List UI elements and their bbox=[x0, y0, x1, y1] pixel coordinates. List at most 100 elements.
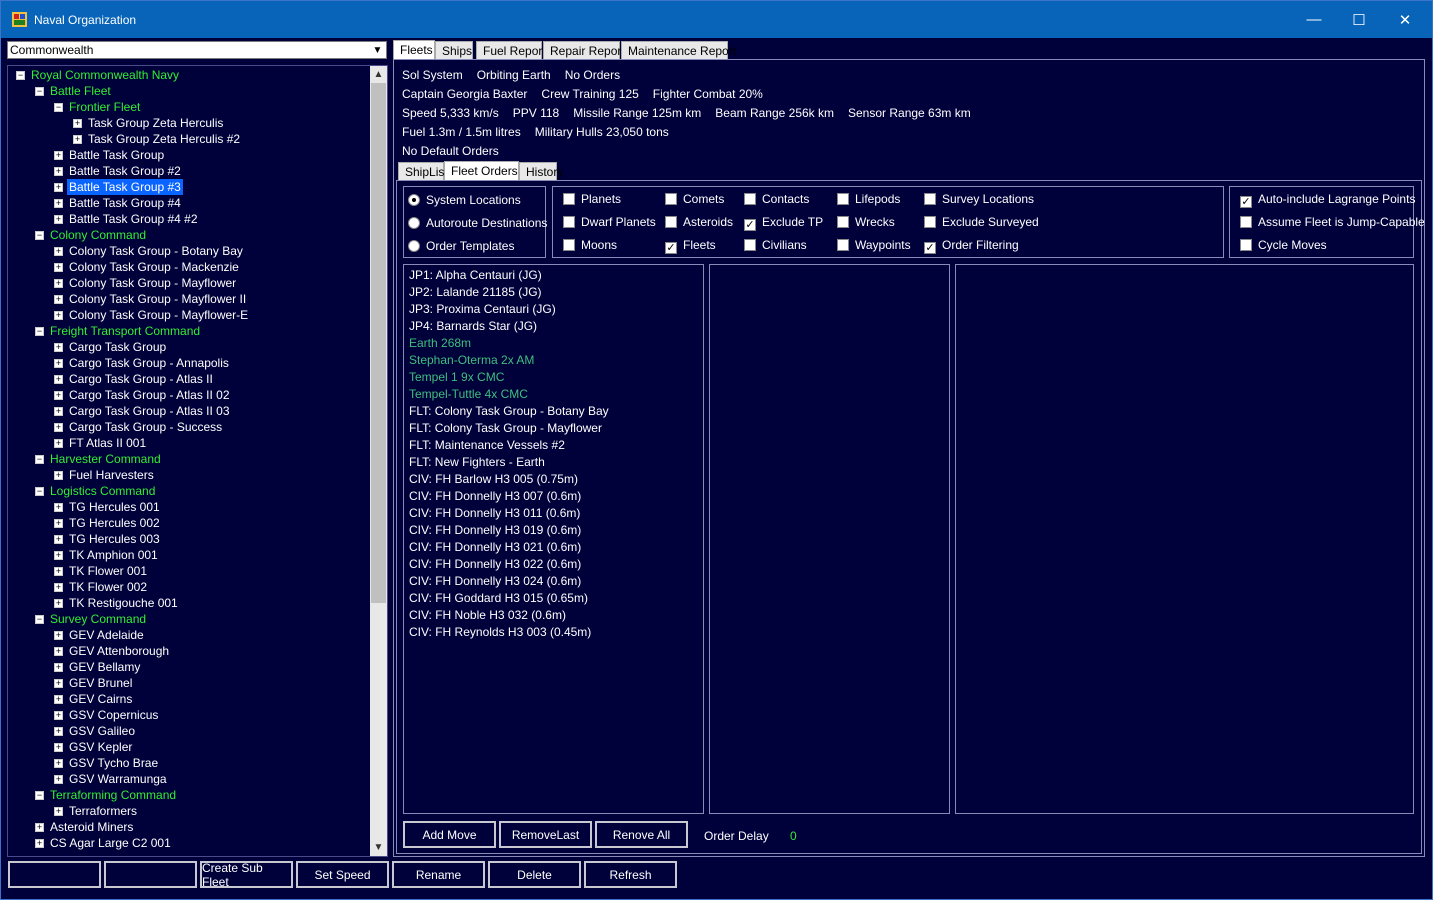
tree-node[interactable]: + Cargo Task Group bbox=[8, 339, 370, 355]
tree-node[interactable]: + Cargo Task Group - Atlas II 03 bbox=[8, 403, 370, 419]
checkbox-checked-icon[interactable]: ✓ bbox=[924, 242, 936, 254]
expand-icon[interactable]: + bbox=[54, 567, 63, 576]
check-waypoints[interactable]: Waypoints bbox=[837, 238, 911, 252]
check-comets[interactable]: Comets bbox=[665, 192, 724, 206]
list-item[interactable]: JP2: Lalande 21185 (JG) bbox=[409, 284, 542, 301]
list-item[interactable]: CIV: FH Barlow H3 005 (0.75m) bbox=[409, 471, 578, 488]
tree-node-label[interactable]: Fuel Harvesters bbox=[67, 467, 156, 483]
checkbox-icon[interactable] bbox=[744, 239, 756, 251]
list-item[interactable]: Earth 268m bbox=[409, 335, 471, 352]
tree-node-label[interactable]: Battle Task Group #3 bbox=[67, 179, 183, 195]
tree-node-label[interactable]: TG Hercules 002 bbox=[67, 515, 162, 531]
tree-node-label[interactable]: Freight Transport Command bbox=[48, 323, 202, 339]
list-item[interactable]: JP3: Proxima Centauri (JG) bbox=[409, 301, 556, 318]
expand-icon[interactable]: + bbox=[54, 407, 63, 416]
radio-button-icon[interactable] bbox=[408, 194, 420, 206]
list-item[interactable]: CIV: FH Donnelly H3 022 (0.6m) bbox=[409, 556, 581, 573]
checkbox-icon[interactable] bbox=[924, 193, 936, 205]
tree-node[interactable]: + Battle Task Group #3 bbox=[8, 179, 370, 195]
tree-node-label[interactable]: Task Group Zeta Herculis #2 bbox=[86, 131, 242, 147]
rename-button[interactable]: Rename bbox=[392, 861, 485, 888]
expand-icon[interactable]: + bbox=[54, 503, 63, 512]
tree-node[interactable]: − Frontier Fleet bbox=[8, 99, 370, 115]
collapse-icon[interactable]: − bbox=[35, 327, 44, 336]
expand-icon[interactable]: + bbox=[54, 375, 63, 384]
chevron-down-icon[interactable]: ▼ bbox=[369, 42, 386, 58]
tree-node-label[interactable]: FT Atlas II 001 bbox=[67, 435, 148, 451]
add-move-button[interactable]: Add Move bbox=[403, 821, 496, 848]
tree-node-label[interactable]: Royal Commonwealth Navy bbox=[29, 67, 181, 83]
radio-autoroute-destinations[interactable]: Autoroute Destinations bbox=[408, 216, 547, 230]
list-item[interactable]: JP4: Barnards Star (JG) bbox=[409, 318, 537, 335]
tree-node[interactable]: + Colony Task Group - Mayflower-E bbox=[8, 307, 370, 323]
expand-icon[interactable]: + bbox=[54, 551, 63, 560]
tree-node[interactable]: + TK Restigouche 001 bbox=[8, 595, 370, 611]
tree-node[interactable]: − Harvester Command bbox=[8, 451, 370, 467]
tree-node-label[interactable]: Cargo Task Group bbox=[67, 339, 168, 355]
checkbox-icon[interactable] bbox=[924, 216, 936, 228]
close-button[interactable]: ✕ bbox=[1382, 1, 1428, 38]
list-item[interactable]: CIV: FH Donnelly H3 021 (0.6m) bbox=[409, 539, 581, 556]
checkbox-icon[interactable] bbox=[563, 239, 575, 251]
create-sub-fleet-button[interactable]: Create Sub Fleet bbox=[200, 861, 293, 889]
delete-button[interactable]: Delete bbox=[488, 861, 581, 888]
check-cycle-moves[interactable]: Cycle Moves bbox=[1240, 238, 1327, 252]
tree-node-label[interactable]: TK Flower 001 bbox=[67, 563, 149, 579]
tree-node-label[interactable]: GEV Attenborough bbox=[67, 643, 171, 659]
tree-node[interactable]: − Terraforming Command bbox=[8, 787, 370, 803]
tree-node[interactable]: + CS Agar Large C2 001 bbox=[8, 835, 370, 851]
tab-shiplist[interactable]: ShipList bbox=[398, 162, 448, 181]
collapse-icon[interactable]: − bbox=[35, 487, 44, 496]
expand-icon[interactable]: + bbox=[54, 311, 63, 320]
collapse-icon[interactable]: − bbox=[54, 103, 63, 112]
move-orders-list[interactable] bbox=[955, 264, 1414, 814]
tree-node[interactable]: + Cargo Task Group - Annapolis bbox=[8, 355, 370, 371]
tree-node[interactable]: − Royal Commonwealth Navy bbox=[8, 67, 370, 83]
tree-node-label[interactable]: Asteroid Miners bbox=[48, 819, 135, 835]
list-item[interactable]: Tempel 1 9x CMC bbox=[409, 369, 504, 386]
tree-node[interactable]: + GSV Galileo bbox=[8, 723, 370, 739]
list-item[interactable]: CIV: FH Noble H3 032 (0.6m) bbox=[409, 607, 566, 624]
list-item[interactable]: FLT: Colony Task Group - Botany Bay bbox=[409, 403, 609, 420]
tree-node-label[interactable]: Cargo Task Group - Annapolis bbox=[67, 355, 231, 371]
tree-node[interactable]: − Battle Fleet bbox=[8, 83, 370, 99]
tree-node[interactable]: + TK Flower 002 bbox=[8, 579, 370, 595]
expand-icon[interactable]: + bbox=[73, 135, 82, 144]
check-contacts[interactable]: Contacts bbox=[744, 192, 809, 206]
check-assume-jump-capable[interactable]: Assume Fleet is Jump-Capable bbox=[1240, 215, 1425, 229]
expand-icon[interactable]: + bbox=[54, 535, 63, 544]
list-item[interactable]: FLT: New Fighters - Earth bbox=[409, 454, 545, 471]
tree-node[interactable]: + Battle Task Group #4 bbox=[8, 195, 370, 211]
tab-history[interactable]: History bbox=[519, 162, 563, 181]
tree-node[interactable]: + FT Atlas II 001 bbox=[8, 435, 370, 451]
tree-node[interactable]: − Logistics Command bbox=[8, 483, 370, 499]
tree-node-label[interactable]: Colony Task Group - Mayflower-E bbox=[67, 307, 250, 323]
tree-node[interactable]: + Task Group Zeta Herculis bbox=[8, 115, 370, 131]
checkbox-icon[interactable] bbox=[665, 193, 677, 205]
fleet-tree[interactable]: − Royal Commonwealth Navy − Battle Fleet − Fr… bbox=[7, 65, 388, 857]
check-survey-locations[interactable]: Survey Locations bbox=[924, 192, 1034, 206]
expand-icon[interactable]: + bbox=[54, 151, 63, 160]
check-wrecks[interactable]: Wrecks bbox=[837, 215, 895, 229]
refresh-button[interactable]: Refresh bbox=[584, 861, 677, 888]
radio-button-icon[interactable] bbox=[408, 240, 420, 252]
tree-node-label[interactable]: TK Amphion 001 bbox=[67, 547, 160, 563]
tab-fuel-report[interactable]: Fuel Report bbox=[476, 41, 546, 60]
tree-node[interactable]: + Colony Task Group - Botany Bay bbox=[8, 243, 370, 259]
tree-node-label[interactable]: TK Flower 002 bbox=[67, 579, 149, 595]
expand-icon[interactable]: + bbox=[54, 439, 63, 448]
collapse-icon[interactable]: − bbox=[35, 87, 44, 96]
check-fleets[interactable]: ✓ Fleets bbox=[665, 238, 716, 254]
check-exclude-surveyed[interactable]: Exclude Surveyed bbox=[924, 215, 1039, 229]
maximize-button[interactable]: ☐ bbox=[1336, 1, 1382, 38]
expand-icon[interactable]: + bbox=[54, 663, 63, 672]
expand-icon[interactable]: + bbox=[54, 183, 63, 192]
tree-node-label[interactable]: GEV Bellamy bbox=[67, 659, 142, 675]
checkbox-icon[interactable] bbox=[837, 239, 849, 251]
collapse-icon[interactable]: − bbox=[35, 231, 44, 240]
list-item[interactable]: JP1: Alpha Centauri (JG) bbox=[409, 267, 542, 284]
tree-node-label[interactable]: Cargo Task Group - Success bbox=[67, 419, 224, 435]
tree-node[interactable]: + Cargo Task Group - Atlas II bbox=[8, 371, 370, 387]
expand-icon[interactable]: + bbox=[54, 423, 63, 432]
tree-node[interactable]: + GEV Attenborough bbox=[8, 643, 370, 659]
